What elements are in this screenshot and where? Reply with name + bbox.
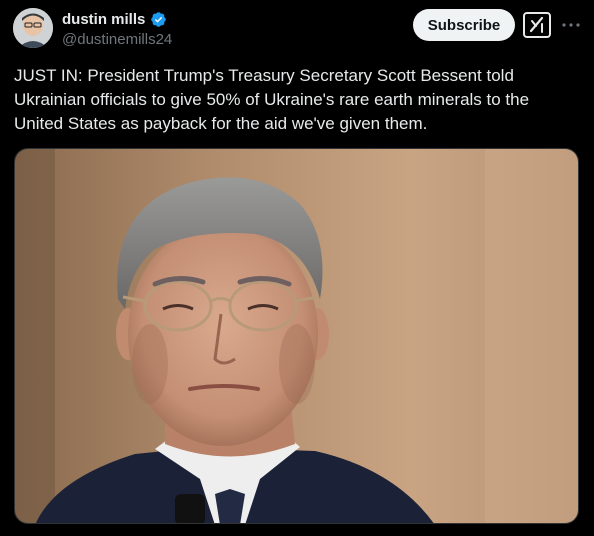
post-header: dustin mills @dustinemills24 Subscribe [0,0,594,60]
verified-badge-icon [150,11,167,28]
photo-man-in-suit [15,149,578,523]
post-text: JUST IN: President Trump's Treasury Secr… [14,66,530,133]
name-row: dustin mills [62,9,172,29]
more-options-icon[interactable] [559,11,583,39]
author-handle[interactable]: @dustinemills24 [62,31,172,48]
author-display-name[interactable]: dustin mills [62,11,145,28]
post-card: dustin mills @dustinemills24 Subscribe J… [0,0,594,536]
post-image[interactable] [14,148,579,524]
author-avatar[interactable] [13,8,53,48]
subscribe-button[interactable]: Subscribe [413,9,515,41]
author-names: dustin mills @dustinemills24 [62,9,172,49]
grok-icon[interactable] [522,11,552,39]
